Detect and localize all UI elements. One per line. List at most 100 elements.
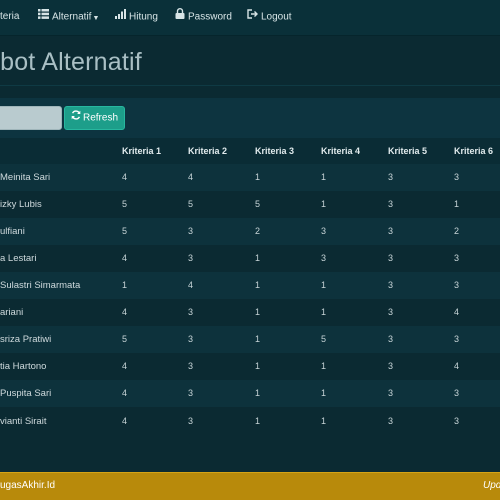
table-cell: 1 xyxy=(255,334,261,344)
table-cell: 3 xyxy=(188,334,194,344)
table-row[interactable]: ulfiani 5 3 2 3 3 2 xyxy=(0,218,500,245)
alternative-name: tia Hartono xyxy=(0,361,47,372)
table-cell: 1 xyxy=(255,416,261,426)
table-cell: 3 xyxy=(388,361,394,371)
table-row[interactable]: tia Hartono 4 3 1 1 3 4 xyxy=(0,353,500,380)
table-row[interactable]: Puspita Sari 4 3 1 1 3 3 xyxy=(0,380,500,407)
table-row[interactable]: vianti Sirait 4 3 1 1 3 3 xyxy=(0,408,500,435)
table-cell: 3 xyxy=(388,307,394,317)
nav-logout-label: Logout xyxy=(261,11,292,23)
list-icon xyxy=(38,0,49,34)
table-row[interactable]: sriza Pratiwi 5 3 1 5 3 3 xyxy=(0,326,500,353)
table-cell: 3 xyxy=(454,253,460,263)
footer-update-text: Upd xyxy=(483,480,500,491)
table-row[interactable]: izky Lubis 5 5 5 1 3 1 xyxy=(0,191,500,218)
table-cell: 3 xyxy=(388,199,394,209)
table-cell: 3 xyxy=(388,334,394,344)
table-cell: 1 xyxy=(255,388,261,398)
table-cell: 4 xyxy=(188,280,194,290)
refresh-button[interactable]: Refresh xyxy=(64,106,125,130)
table-cell: 1 xyxy=(255,280,261,290)
refresh-label: Refresh xyxy=(82,112,118,124)
table-cell: 3 xyxy=(388,416,394,426)
table-cell: 4 xyxy=(122,388,128,398)
table-row[interactable]: a Lestari 4 3 1 3 3 3 xyxy=(0,245,500,272)
alternative-name: vianti Sirait xyxy=(0,416,47,427)
table-cell: 4 xyxy=(122,253,128,263)
table-cell: 3 xyxy=(454,388,460,398)
lock-icon xyxy=(175,0,185,34)
alternative-name: ulfiani xyxy=(0,226,25,237)
table-cell: 1 xyxy=(255,253,261,263)
table-cell: 3 xyxy=(388,280,394,290)
nav-alternatif-label: Alternatif xyxy=(52,11,92,23)
table-cell: 3 xyxy=(188,226,194,236)
chevron-down-icon: ▼ xyxy=(92,14,100,22)
nav-alternatif-dropdown[interactable]: Alternatif▼ xyxy=(38,0,99,36)
alternative-name: ariani xyxy=(0,307,24,318)
table-cell: 4 xyxy=(454,361,460,371)
page-title: obot Alternatif xyxy=(0,48,142,76)
nav-kriteria[interactable]: teria xyxy=(0,0,19,36)
column-header[interactable]: Kriteria 3 xyxy=(255,138,294,164)
table-cell: 2 xyxy=(255,226,261,236)
table-cell: 5 xyxy=(321,334,327,344)
table-row[interactable]: Meinita Sari 4 4 1 1 3 3 xyxy=(0,164,500,191)
logout-icon xyxy=(247,0,258,34)
nav-password-label: Password xyxy=(188,11,232,23)
title-divider xyxy=(0,85,500,86)
table-cell: 3 xyxy=(388,253,394,263)
table-cell: 3 xyxy=(188,253,194,263)
table-cell: 3 xyxy=(454,280,460,290)
table-cell: 3 xyxy=(454,334,460,344)
column-header[interactable]: Kriteria 4 xyxy=(321,138,360,164)
table-cell: 3 xyxy=(321,253,327,263)
nav-logout[interactable]: Logout xyxy=(247,0,292,36)
table-cell: 1 xyxy=(321,280,327,290)
signal-bars-icon xyxy=(115,0,126,34)
nav-hitung-label: Hitung xyxy=(129,11,158,23)
table-cell: 3 xyxy=(188,361,194,371)
table-cell: 5 xyxy=(122,226,128,236)
search-input[interactable] xyxy=(0,106,62,130)
column-header[interactable]: Kriteria 6 xyxy=(454,138,493,164)
column-header[interactable]: Kriteria 2 xyxy=(188,138,227,164)
table-cell: 1 xyxy=(321,416,327,426)
table-cell: 5 xyxy=(122,334,128,344)
table-cell: 1 xyxy=(321,172,327,182)
table-cell: 4 xyxy=(454,307,460,317)
nav-password[interactable]: Password xyxy=(175,0,232,36)
table-cell: 1 xyxy=(321,388,327,398)
table-row[interactable]: ariani 4 3 1 1 3 4 xyxy=(0,299,500,326)
table-cell: 3 xyxy=(454,172,460,182)
refresh-icon xyxy=(71,107,81,129)
alternative-name: Puspita Sari xyxy=(0,388,52,399)
table-cell: 3 xyxy=(188,416,194,426)
nav-kriteria-label: teria xyxy=(0,11,20,22)
column-header[interactable]: Kriteria 1 xyxy=(122,138,161,164)
table-cell: 3 xyxy=(454,416,460,426)
nav-hitung[interactable]: Hitung xyxy=(115,0,158,36)
footer xyxy=(0,472,500,500)
alternative-name: Meinita Sari xyxy=(0,172,51,183)
table-row[interactable]: Sulastri Simarmata 1 4 1 1 3 3 xyxy=(0,272,500,299)
footer-site-link[interactable]: ugasAkhir.Id xyxy=(0,472,55,500)
table-cell: 3 xyxy=(388,172,394,182)
column-header[interactable]: Kriteria 5 xyxy=(388,138,427,164)
table-cell: 4 xyxy=(188,172,194,182)
table-cell: 3 xyxy=(388,388,394,398)
alternative-name: sriza Pratiwi xyxy=(0,334,52,345)
table-cell: 3 xyxy=(188,388,194,398)
table-cell: 3 xyxy=(188,307,194,317)
table-cell: 1 xyxy=(255,361,261,371)
table-cell: 5 xyxy=(255,199,261,209)
table-cell: 3 xyxy=(321,226,327,236)
table-cell: 5 xyxy=(188,199,194,209)
table-cell: 1 xyxy=(321,199,327,209)
table-cell: 5 xyxy=(122,199,128,209)
table-cell: 4 xyxy=(122,416,128,426)
table-cell: 1 xyxy=(255,307,261,317)
table-cell: 1 xyxy=(454,199,460,209)
alternative-name: a Lestari xyxy=(0,253,37,264)
table-cell: 3 xyxy=(388,226,394,236)
